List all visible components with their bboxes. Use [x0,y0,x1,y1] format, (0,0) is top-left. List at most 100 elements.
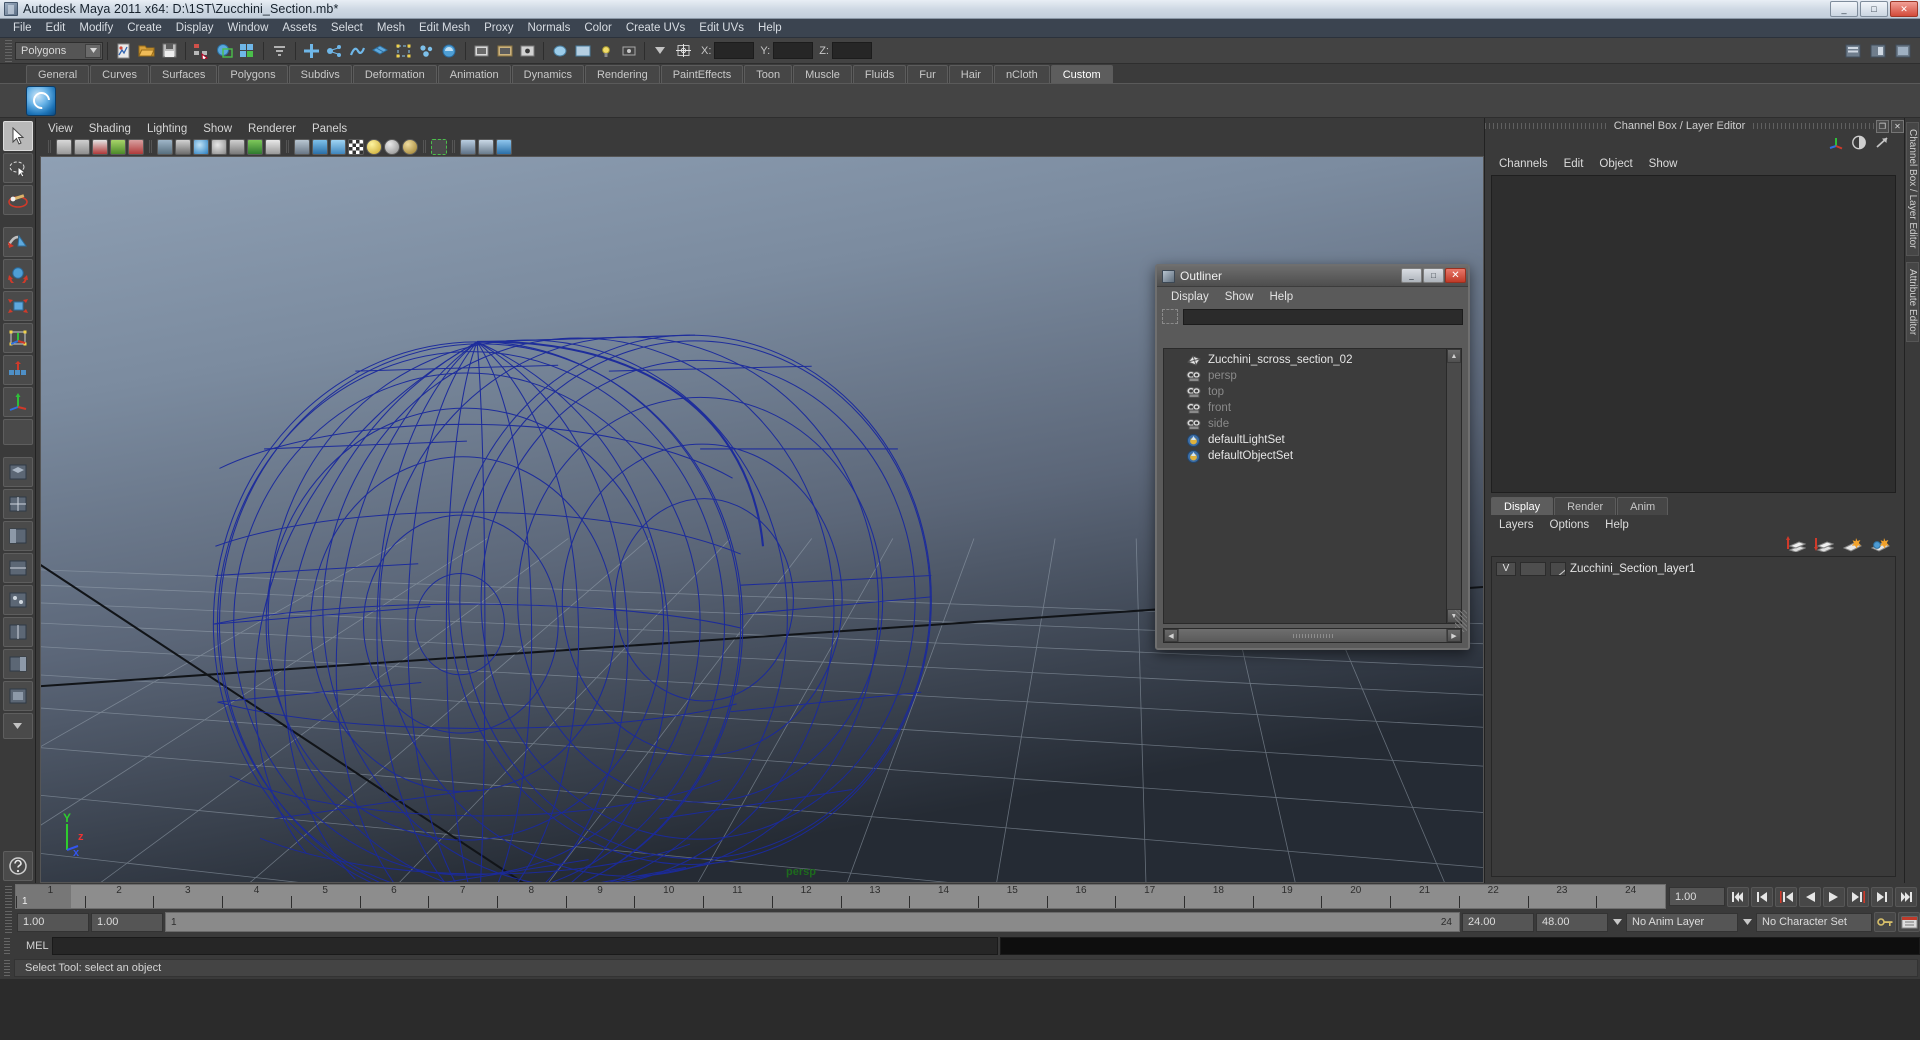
menu-create-uvs[interactable]: Create UVs [619,20,692,36]
auto-keyframe-key-icon[interactable] [1874,912,1896,932]
snap-to-grid-icon[interactable] [269,40,290,61]
show-hide-channel-box-icon[interactable] [1842,40,1863,61]
menu-file[interactable]: File [6,20,39,36]
layout-more-button[interactable] [2,713,33,739]
help-toolbox-button[interactable] [2,851,33,881]
minimize-button[interactable]: _ [1830,1,1858,17]
scale-tool-button[interactable] [2,291,33,321]
outliner-maximize-button[interactable]: □ [1423,268,1444,283]
outliner-item[interactable]: defaultLightSet [1164,432,1445,448]
shadows-icon[interactable] [402,138,418,155]
layer-row[interactable]: V Zucchini_Section_layer1 [1492,560,1895,577]
menu-proxy[interactable]: Proxy [477,20,520,36]
layout-hypergraph-button[interactable] [2,585,33,615]
ipr-render-icon[interactable] [471,40,492,61]
panel-close-button[interactable]: ✕ [1891,119,1904,133]
shelf-tab-general[interactable]: General [26,65,90,83]
character-set-dropdown[interactable]: No Character Set [1756,912,1872,932]
universal-manipulator-tool-button[interactable] [2,323,33,353]
show-hide-attribute-editor-icon[interactable] [1892,40,1913,61]
text-overlay-icon[interactable] [265,138,281,155]
new-scene-icon[interactable] [113,40,134,61]
viewport-menu-panels[interactable]: Panels [304,122,355,136]
layer-color-swatch[interactable] [1550,561,1566,576]
animation-preferences-icon[interactable] [1898,912,1920,932]
outliner-horizontal-scrollbar[interactable]: ◀ ▶ [1163,628,1462,643]
menu-color[interactable]: Color [577,20,618,36]
save-scene-icon[interactable] [159,40,180,61]
layer-editor-tab-anim[interactable]: Anim [1617,497,1669,515]
lasso-select-tool-button[interactable] [2,153,33,183]
range-slider-grip[interactable] [5,911,12,933]
help-line-grip[interactable] [4,960,10,976]
move-layer-down-icon[interactable] [1814,536,1835,555]
outliner-item[interactable]: front [1164,400,1445,416]
shelf-tab-ncloth[interactable]: nCloth [993,65,1050,83]
layout-four-view-button[interactable] [2,489,33,519]
outliner-scroll-right-button[interactable]: ▶ [1447,629,1461,642]
toggle-icon[interactable] [618,40,639,61]
menu-create[interactable]: Create [120,20,169,36]
outliner-menu-show[interactable]: Show [1217,290,1262,304]
menu-edit-mesh[interactable]: Edit Mesh [412,20,477,36]
menu-normals[interactable]: Normals [521,20,578,36]
viewport-menu-view[interactable]: View [40,122,81,136]
shelf-tab-painteffects[interactable]: PaintEffects [660,65,744,83]
menu-mesh[interactable]: Mesh [370,20,412,36]
image-plane-icon[interactable] [110,138,126,155]
twopoint-oriented-icon[interactable] [128,138,144,155]
shelf-tab-curves[interactable]: Curves [90,65,149,83]
use-all-lights-icon[interactable] [384,138,400,155]
outliner-tree[interactable]: Zucchini_scross_section_02 persp top front s… [1163,348,1462,624]
range-end-time-field[interactable]: 24.00 [1462,912,1534,932]
camera-attributes-icon[interactable] [74,138,90,155]
layer-editor-menu-help[interactable]: Help [1597,518,1637,532]
outliner-item[interactable]: side [1164,416,1445,432]
shelf-tab-hair[interactable]: Hair [948,65,993,83]
z-coordinate-input[interactable] [831,42,872,59]
menu-edit[interactable]: Edit [39,20,73,36]
outliner-hscroll-thumb[interactable] [1179,629,1446,642]
use-default-lighting-icon[interactable] [366,138,382,155]
outliner-window[interactable]: Outliner _ □ ✕ Display Show Help Zucchini_… [1155,264,1470,650]
exposure-icon[interactable] [247,138,263,155]
wireframe-shading-icon[interactable] [294,138,310,155]
share-icon[interactable] [496,138,512,155]
construction-plane-icon[interactable] [370,40,391,61]
layout-two-pane-button[interactable] [2,617,33,647]
layer-editor-tab-display[interactable]: Display [1491,497,1554,515]
menu-window[interactable]: Window [220,20,275,36]
status-line-grip[interactable] [5,39,12,62]
snap-to-points-icon[interactable] [301,40,322,61]
menu-edit-uvs[interactable]: Edit UVs [692,20,751,36]
outliner-minimize-button[interactable]: _ [1401,268,1422,283]
smooth-shade-all-icon[interactable] [312,138,328,155]
select-by-object-type-icon[interactable] [214,40,235,61]
menu-help[interactable]: Help [751,20,789,36]
outliner-filter-icon[interactable] [1162,309,1178,324]
menu-assets[interactable]: Assets [275,20,324,36]
shelf-tab-deformation[interactable]: Deformation [352,65,437,83]
channel-box-menu-object[interactable]: Object [1591,157,1640,171]
xray-icon[interactable] [229,138,245,155]
x-coordinate-input[interactable] [714,42,755,59]
step-forward-frame-icon[interactable] [1847,886,1869,907]
shelf-tab-surfaces[interactable]: Surfaces [149,65,218,83]
outliner-menu-display[interactable]: Display [1163,290,1217,304]
menu-modify[interactable]: Modify [72,20,120,36]
render-settings-icon[interactable] [416,40,437,61]
shelf-tab-dynamics[interactable]: Dynamics [511,65,584,83]
shelf-tab-muscle[interactable]: Muscle [793,65,852,83]
open-hypershade-icon[interactable] [549,40,570,61]
layer-list[interactable]: V Zucchini_Section_layer1 [1491,556,1896,877]
layer-playback-toggle[interactable] [1520,561,1546,576]
render-current-frame-icon[interactable] [494,40,515,61]
grid-toggle-icon[interactable] [157,138,173,155]
shelf-tab-rendering[interactable]: Rendering [584,65,660,83]
select-camera-icon[interactable] [56,138,72,155]
textured-icon[interactable] [348,138,364,155]
selection-mode-dropdown[interactable]: Polygons [15,41,103,60]
command-line-output[interactable] [1000,936,1920,955]
outliner-menu-help[interactable]: Help [1262,290,1302,304]
outliner-search-input[interactable] [1183,308,1463,325]
